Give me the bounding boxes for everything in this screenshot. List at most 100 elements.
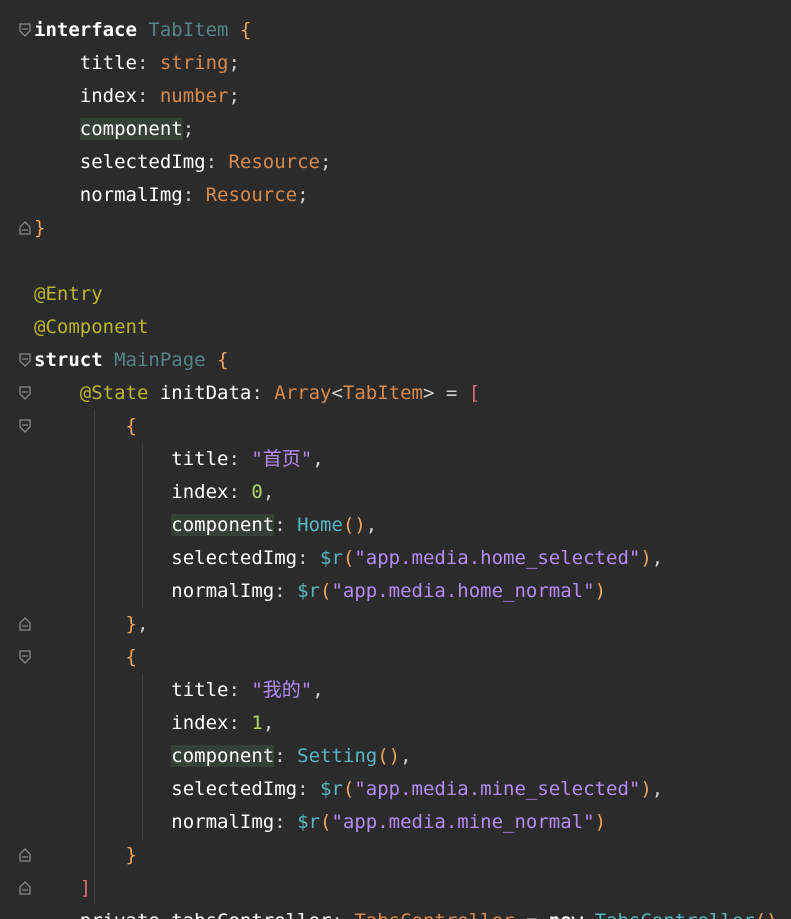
code-token: TabsController [354, 910, 514, 919]
code-token: @State [79, 382, 149, 404]
code-token: ; [228, 52, 240, 74]
code-line[interactable]: normalImg: $r("app.media.home_normal") [34, 575, 606, 608]
fold-close-icon[interactable] [18, 221, 32, 235]
code-token: new [549, 910, 583, 919]
code-token: TabItem [148, 19, 229, 41]
highlighted-token: component [171, 514, 275, 536]
indent-guide [93, 410, 95, 905]
code-line[interactable]: @Entry [34, 278, 103, 311]
code-token: normalImg [34, 811, 275, 833]
code-editor[interactable]: interface TabItem { title: string; index… [0, 0, 791, 919]
code-token: title [34, 448, 229, 470]
code-line[interactable]: selectedImg: $r("app.media.home_selected… [34, 542, 663, 575]
code-token: : [205, 151, 229, 173]
code-token: [ [468, 382, 481, 404]
code-token: selectedImg [34, 778, 298, 800]
code-token: "app.media.mine_selected" [354, 778, 641, 800]
code-token: > = [422, 382, 469, 404]
code-token: : [297, 547, 320, 569]
code-token: : [228, 712, 252, 734]
code-token: Resource [205, 184, 298, 206]
code-token: } [125, 844, 137, 866]
fold-open-icon[interactable] [18, 23, 32, 37]
code-token: "app.media.mine_normal" [331, 811, 595, 833]
code-token: } [34, 217, 46, 239]
code-token: : [251, 382, 275, 404]
code-token: : [136, 85, 160, 107]
code-token: ( [320, 811, 332, 833]
code-line[interactable]: ] [34, 872, 91, 905]
code-token: 1 [251, 712, 263, 734]
fold-open-icon[interactable] [18, 650, 32, 664]
code-token: title [34, 679, 229, 701]
code-token: ) [640, 778, 652, 800]
code-line[interactable]: selectedImg: $r("app.media.mine_selected… [34, 773, 663, 806]
code-token: : [228, 481, 252, 503]
code-line[interactable]: title: "我的", [34, 674, 323, 707]
code-token: , [312, 448, 324, 470]
code-token: ( [320, 580, 332, 602]
code-token: ) [594, 811, 607, 833]
code-token: , [365, 514, 378, 536]
code-token: () [755, 910, 778, 919]
code-token: ) [594, 580, 607, 602]
code-line[interactable]: selectedImg: Resource; [34, 146, 332, 179]
code-line[interactable]: private tabsController: TabsController =… [34, 905, 778, 919]
code-token: $r [320, 547, 343, 569]
code-token: ; [297, 184, 309, 206]
code-line[interactable]: normalImg: $r("app.media.mine_normal") [34, 806, 606, 839]
code-line[interactable]: component: Home(), [34, 509, 377, 542]
code-line[interactable]: interface TabItem { [34, 14, 251, 47]
code-token: : [274, 745, 298, 767]
code-line[interactable]: normalImg: Resource; [34, 179, 309, 212]
code-token: , [651, 778, 664, 800]
code-line[interactable]: title: string; [34, 47, 240, 80]
code-token: normalImg [34, 184, 183, 206]
fold-open-icon[interactable] [18, 419, 32, 433]
code-line[interactable]: component; [34, 113, 194, 146]
code-line[interactable]: { [34, 641, 137, 674]
code-token: ] [79, 877, 92, 899]
code-token: string [159, 52, 229, 74]
code-line[interactable]: @Component [34, 311, 148, 344]
code-token: "app.media.home_selected" [354, 547, 641, 569]
code-line[interactable]: index: number; [34, 80, 240, 113]
editor-gutter [0, 0, 34, 919]
code-token: { [239, 19, 252, 41]
code-token: , [262, 712, 275, 734]
code-line[interactable]: struct MainPage { [34, 344, 229, 377]
code-line[interactable]: index: 1, [34, 707, 274, 740]
code-token: { [217, 349, 229, 371]
code-line[interactable]: @State initData: Array<TabItem> = [ [34, 377, 480, 410]
code-token: : [331, 910, 354, 919]
code-token: struct [34, 349, 103, 371]
fold-open-icon[interactable] [18, 353, 32, 367]
code-token: initData [148, 382, 252, 404]
code-line[interactable]: index: 0, [34, 476, 274, 509]
code-line[interactable]: } [34, 839, 137, 872]
code-line[interactable]: }, [34, 608, 149, 641]
code-token: , [651, 547, 664, 569]
code-token: ; [228, 85, 240, 107]
code-token: TabItem [342, 382, 423, 404]
code-line[interactable]: { [34, 410, 137, 443]
code-line[interactable]: title: "首页", [34, 443, 324, 476]
indent-guide [141, 674, 143, 839]
code-line[interactable]: component: Setting(), [34, 740, 412, 773]
code-token: : [182, 184, 206, 206]
fold-close-icon[interactable] [18, 848, 32, 862]
fold-open-icon[interactable] [18, 386, 32, 400]
fold-close-icon[interactable] [18, 881, 32, 895]
code-token: : [228, 448, 252, 470]
code-token: () [342, 514, 366, 536]
code-token: ) [640, 547, 652, 569]
code-token: "首页" [251, 448, 313, 470]
code-line[interactable]: } [34, 212, 45, 245]
code-token: private tabsController [34, 910, 332, 919]
fold-close-icon[interactable] [18, 617, 32, 631]
code-token: { [125, 646, 137, 668]
